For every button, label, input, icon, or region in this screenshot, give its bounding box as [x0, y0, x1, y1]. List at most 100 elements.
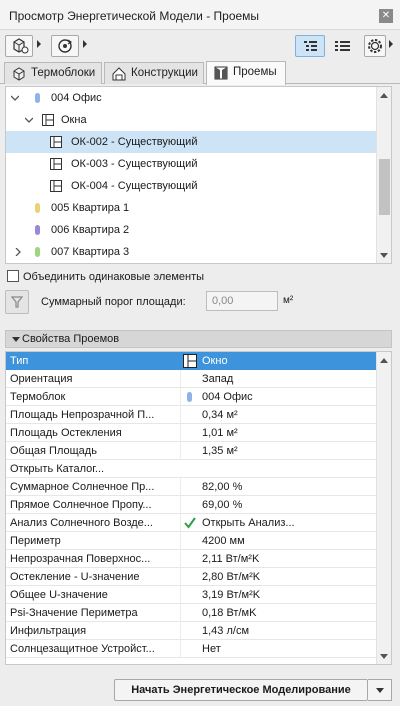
start-energy-simulation-button[interactable]: Начать Энергетическое Моделирование	[114, 679, 368, 701]
property-row[interactable]: Общее U-значение 3,19 Вт/м²K	[6, 586, 376, 604]
open-catalog-link[interactable]: Открыть Каталог...	[10, 463, 178, 475]
opening-properties-header[interactable]: Свойства Проемов	[5, 330, 392, 348]
scroll-up-icon[interactable]	[380, 93, 388, 98]
refresh-icon	[58, 39, 73, 53]
property-row[interactable]: Суммарное Солнечное Пр... 82,00 %	[6, 478, 376, 496]
collapse-icon[interactable]	[12, 337, 20, 342]
column-divider	[180, 442, 181, 460]
model-view-arrow-icon[interactable]	[37, 40, 41, 48]
area-threshold-row: Суммарный порог площади: 0,00 м²	[5, 290, 395, 314]
open-analysis-link[interactable]: Открыть Анализ...	[202, 517, 295, 529]
thermal-block-icon	[13, 67, 25, 81]
property-value: 4200 мм	[202, 535, 245, 547]
chevron-down-icon[interactable]	[25, 116, 33, 124]
property-value: 2,11 Вт/м²K	[202, 553, 260, 565]
open-catalog-row[interactable]: Открыть Каталог...	[6, 460, 376, 478]
property-row[interactable]: Периметр 4200 мм	[6, 532, 376, 550]
settings-button[interactable]	[364, 35, 386, 57]
close-button[interactable]: ✕	[379, 9, 393, 23]
property-value: 69,00 %	[202, 499, 243, 511]
column-divider	[180, 586, 181, 604]
property-row[interactable]: Площадь Непрозрачной П... 0,34 м²	[6, 406, 376, 424]
properties-table: Тип Окно Ориентация Запад Термоблок 004 …	[5, 351, 392, 665]
zone-color-icon	[35, 203, 40, 213]
property-row[interactable]: Тип Окно	[6, 352, 376, 370]
window-title: Просмотр Энергетической Модели - Проемы	[9, 9, 260, 23]
column-divider	[180, 424, 181, 442]
refresh-button[interactable]	[51, 35, 79, 57]
column-divider	[180, 532, 181, 550]
model-view-button[interactable]	[5, 35, 33, 57]
property-row[interactable]: Psi-Значение Периметра 0,18 Вт/мK	[6, 604, 376, 622]
area-threshold-input[interactable]: 0,00	[206, 291, 278, 311]
area-threshold-label: Суммарный порог площади:	[41, 296, 186, 308]
zone-color-icon	[35, 247, 40, 257]
cube-icon	[13, 38, 29, 54]
property-value: 1,43 л/см	[202, 625, 250, 637]
property-name: Анализ Солнечного Возде...	[10, 517, 153, 529]
list-view-button[interactable]	[327, 35, 357, 57]
column-divider	[180, 568, 181, 586]
column-divider	[180, 604, 181, 622]
property-row[interactable]: Непрозрачная Поверхнос... 2,11 Вт/м²K	[6, 550, 376, 568]
property-row[interactable]: Инфильтрация 1,43 л/см	[6, 622, 376, 640]
tree-item-zone[interactable]: 007 Квартира 3	[6, 241, 376, 263]
chevron-right-icon[interactable]	[14, 248, 22, 256]
area-unit: м²	[283, 295, 294, 306]
tree-item-zone[interactable]: 004 Офис	[6, 87, 376, 109]
property-value: 3,19 Вт/м²K	[202, 589, 261, 601]
properties-scrollbar[interactable]	[376, 352, 391, 664]
column-divider	[180, 622, 181, 640]
column-divider	[180, 388, 181, 406]
property-name: Прямое Солнечное Пропу...	[10, 499, 152, 511]
tree-item-label: 005 Квартира 1	[51, 202, 130, 214]
tree-list-icon	[304, 41, 317, 51]
scroll-up-icon[interactable]	[380, 358, 388, 363]
tree-item-opening[interactable]: ОК-004 - Существующий	[6, 175, 376, 197]
property-value: Нет	[202, 643, 221, 655]
property-row[interactable]: Термоблок 004 Офис	[6, 388, 376, 406]
property-name: Непрозрачная Поверхнос...	[10, 553, 151, 565]
property-name: Psi-Значение Периметра	[10, 607, 138, 619]
tab-bar: Термоблоки Конструкции Проемы	[0, 60, 400, 85]
tree-item-opening[interactable]: ОК-003 - Существующий	[6, 153, 376, 175]
tree-item-opening[interactable]: ОК-002 - Существующий	[6, 131, 376, 153]
tree-view-button[interactable]	[295, 35, 325, 57]
property-row[interactable]: Остекление - U-значение 2,80 Вт/м²K	[6, 568, 376, 586]
house-icon	[112, 67, 126, 81]
column-divider	[180, 370, 181, 388]
merge-checkbox[interactable]	[7, 270, 19, 282]
tree-item-zone[interactable]: 006 Квартира 2	[6, 219, 376, 241]
tree-item-label: 006 Квартира 2	[51, 224, 130, 236]
property-row[interactable]: Прямое Солнечное Пропу... 69,00 %	[6, 496, 376, 514]
tree-item-label: Окна	[61, 114, 87, 126]
tab-openings[interactable]: Проемы	[206, 61, 286, 85]
tab-structures[interactable]: Конструкции	[104, 62, 204, 84]
tab-label: Проемы	[233, 66, 277, 78]
tree-item-zone[interactable]: 005 Квартира 1	[6, 197, 376, 219]
scroll-down-icon[interactable]	[380, 253, 388, 258]
scroll-thumb[interactable]	[379, 159, 390, 215]
tree-item-label: 007 Квартира 3	[51, 246, 130, 258]
property-name: Остекление - U-значение	[10, 571, 140, 583]
zone-color-icon	[187, 392, 192, 402]
settings-arrow-icon[interactable]	[389, 40, 393, 48]
window-icon	[50, 136, 62, 148]
property-value: 82,00 %	[202, 481, 243, 493]
property-row[interactable]: Ориентация Запад	[6, 370, 376, 388]
filter-button[interactable]	[5, 290, 29, 314]
property-name: Общая Площадь	[10, 445, 97, 457]
chevron-down-icon[interactable]	[11, 94, 19, 102]
tree-item-group[interactable]: Окна	[6, 109, 376, 131]
tab-thermal-blocks[interactable]: Термоблоки	[4, 62, 102, 84]
start-options-dropdown[interactable]	[368, 679, 392, 701]
tree-scrollbar[interactable]	[376, 87, 391, 263]
scroll-down-icon[interactable]	[380, 654, 388, 659]
property-row[interactable]: Анализ Солнечного Возде... Открыть Анали…	[6, 514, 376, 532]
refresh-arrow-icon[interactable]	[83, 40, 87, 48]
property-row[interactable]: Общая Площадь 1,35 м²	[6, 442, 376, 460]
property-name: Общее U-значение	[10, 589, 108, 601]
toolbar	[0, 30, 400, 60]
property-row[interactable]: Площадь Остекления 1,01 м²	[6, 424, 376, 442]
property-row[interactable]: Солнцезащитное Устройст... Нет	[6, 640, 376, 658]
